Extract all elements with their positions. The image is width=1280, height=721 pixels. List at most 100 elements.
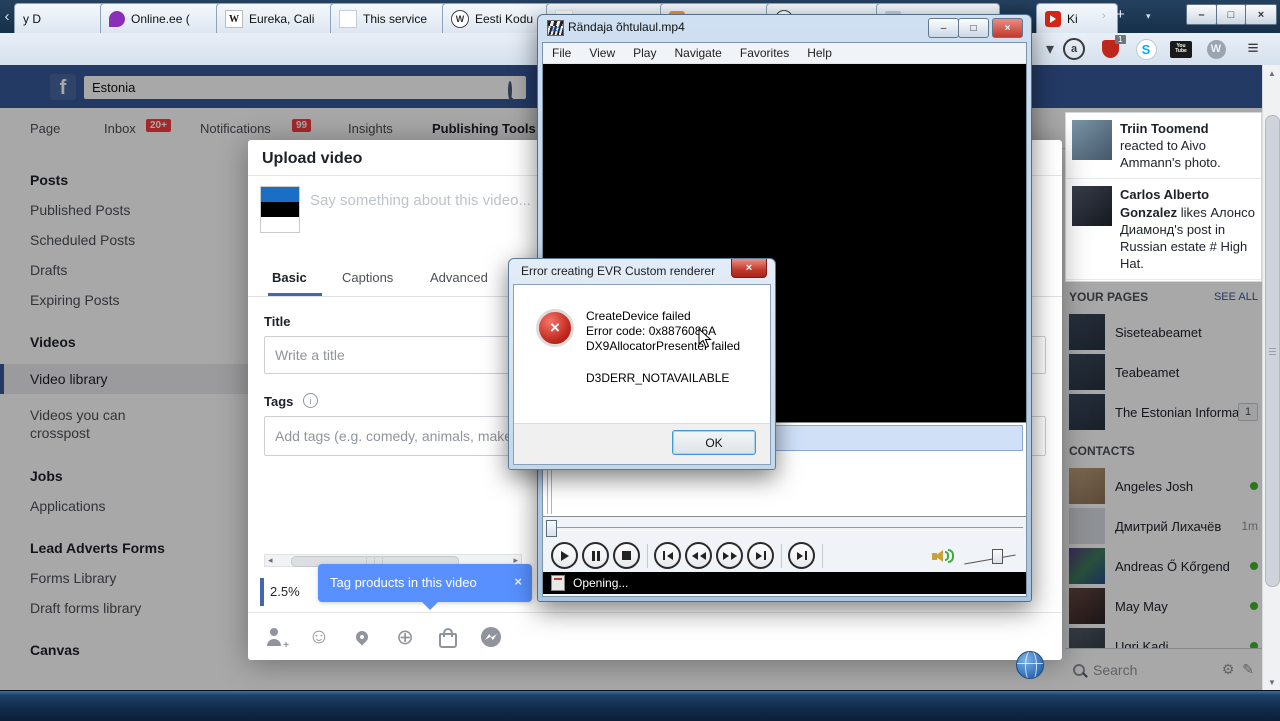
menu-favorites[interactable]: Favorites [731,46,798,60]
menu-navigate[interactable]: Navigate [665,46,730,60]
online-ee-favicon [109,11,125,27]
mouse-cursor [698,328,712,349]
scrollbar-down-icon[interactable]: ▼ [1263,674,1280,690]
play-button[interactable] [551,542,578,569]
mpc-minimize-button[interactable]: – [928,18,959,38]
w-circle-favicon: W [451,10,469,28]
error-dialog-body: × CreateDevice failed Error code: 0x8876… [513,284,771,465]
rewind-button[interactable] [685,542,712,569]
ticker-thumbnail [1072,186,1112,227]
window-restore-button[interactable]: □ [1216,4,1246,25]
menu-help[interactable]: Help [798,46,841,60]
tab-scroll-left-icon[interactable]: ‹ [0,0,14,33]
list-all-tabs-icon[interactable]: ▾ [1146,11,1151,22]
browser-scrollbar[interactable]: ▲ ▼ [1262,65,1280,690]
error-line: Error code: 0x8876086A [586,324,717,338]
skip-forward-button[interactable] [747,542,774,569]
ticker-item[interactable]: Triin Toomend reacted to Aivo Ammann's p… [1066,113,1261,180]
ticker-panel: Triin Toomend reacted to Aivo Ammann's p… [1065,112,1262,282]
tag-people-icon[interactable]: + [264,625,289,651]
error-close-button[interactable]: × [731,259,767,278]
status-file-icon [551,575,565,591]
windows-taskbar [0,690,1280,721]
blank-favicon [339,10,357,28]
seek-handle[interactable] [546,520,557,537]
menu-file[interactable]: File [543,46,580,60]
transport-controls [543,539,1026,572]
step-button[interactable] [788,542,815,569]
w-extension-icon[interactable]: W [1204,38,1228,60]
adblock-shield-icon[interactable]: 1 [1098,35,1126,60]
browser-tab[interactable]: Online.ee ( [100,3,232,34]
video-thumbnail-estonian-flag [260,186,300,233]
ticker-thumbnail [1072,120,1112,160]
tab-basic[interactable]: Basic [272,270,307,285]
divider [647,543,648,568]
divider [781,543,782,568]
menu-view[interactable]: View [580,46,624,60]
upload-progress-fill [260,578,264,606]
crosshair-icon[interactable]: ⊕ [393,625,417,649]
pause-button[interactable] [582,542,609,569]
window-close-button[interactable]: × [1245,4,1277,25]
menu-play[interactable]: Play [624,46,665,60]
tags-info-icon[interactable]: i [303,393,318,408]
dialog-footer: + ☺ ⊕ Publish ▾ [248,612,1062,661]
active-tab-underline [268,293,322,296]
error-icon: × [536,309,574,347]
tags-label: Tags [264,394,294,409]
wikipedia-favicon: W [225,10,243,28]
window-minimize-button[interactable]: – [1186,4,1217,25]
hscroll-left-icon[interactable]: ◂ [268,555,273,566]
status-text: Opening... [573,576,629,590]
youtube-extension-icon[interactable]: You Tube [1168,38,1194,60]
ok-button[interactable]: OK [672,430,756,455]
ticker-item[interactable]: CrispinJr Trompeta "h...!" [1066,280,1261,281]
mpc-status-bar: Opening... [543,572,1026,594]
scrollbar-up-icon[interactable]: ▲ [1263,65,1280,81]
tab-captions[interactable]: Captions [342,270,393,285]
mpc-app-icon: 321 [547,20,564,36]
stop-button[interactable] [613,542,640,569]
divider [822,543,823,568]
messenger-icon[interactable] [479,625,503,649]
description-placeholder[interactable]: Say something about this video... [310,192,531,209]
title-label: Title [264,314,291,329]
location-pin-icon[interactable] [350,625,374,649]
volume-speaker-icon[interactable] [932,547,956,565]
seek-groove [546,527,1023,531]
fast-forward-button[interactable] [716,542,743,569]
tab-overflow-chevron-icon[interactable]: › [1102,10,1106,22]
feeling-smiley-icon[interactable]: ☺ [307,625,331,649]
skip-back-button[interactable] [654,542,681,569]
tag-products-bag-icon[interactable] [436,625,460,649]
error-line: CreateDevice failed [586,309,691,323]
tooltip-close-icon[interactable]: × [514,574,522,589]
error-dialog-title: Error creating EVR Custom renderer [521,264,716,278]
globe-icon[interactable] [1016,651,1044,679]
mpc-window-title: Rändaja õhtulaul.mp4 [568,20,685,34]
upload-progress-percent: 2.5% [270,584,300,599]
hamburger-menu-icon[interactable]: ≡ [1240,38,1266,60]
browser-tab[interactable]: This service [330,3,458,34]
mpc-menubar: File View Play Navigate Favorites Help [543,43,1026,64]
error-line: DX9AllocatorPresenter failed [586,339,741,353]
skype-extension-icon[interactable]: S [1134,38,1158,60]
seek-bar[interactable] [543,517,1026,539]
ticker-item[interactable]: Carlos Alberto Gonzalez likes Алонсо Диа… [1066,179,1261,281]
volume-slider[interactable] [964,546,1016,566]
error-dialog: Error creating EVR Custom renderer × × C… [508,258,776,470]
volume-handle[interactable] [992,548,1003,564]
tag-products-tooltip: Tag products in this video × [318,564,532,610]
mpc-maximize-button[interactable]: □ [958,18,989,38]
mpc-close-button[interactable]: × [992,18,1023,38]
tooltip-arrow [421,601,439,610]
scrollbar-thumb[interactable] [1265,115,1280,587]
youtube-favicon [1045,11,1061,27]
addon-swirl-icon[interactable]: a [1062,38,1086,60]
browser-tab[interactable]: W Eureka, Cali [216,3,346,34]
tab-advanced[interactable]: Advanced [430,270,488,285]
error-line: D3DERR_NOTAVAILABLE [586,371,730,385]
new-tab-button[interactable]: + [1116,6,1125,23]
panel-chevron-icon[interactable]: ▾ [1040,38,1060,60]
